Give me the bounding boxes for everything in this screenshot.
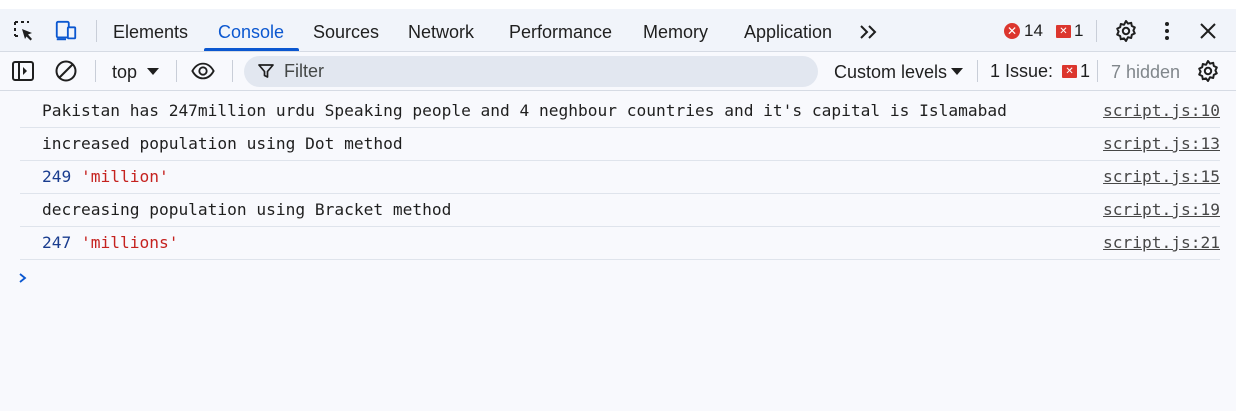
message-string: Pakistan has 247million urdu Speaking pe… — [42, 101, 1007, 120]
source-link[interactable]: script.js:13 — [1103, 134, 1220, 153]
tab-network[interactable]: Network — [408, 9, 474, 52]
log-levels-dropdown[interactable]: Custom levels — [834, 52, 947, 91]
close-icon[interactable] — [1196, 19, 1220, 43]
number-value: 247 — [42, 233, 72, 252]
tab-memory[interactable]: Memory — [643, 9, 708, 52]
value-separator — [71, 233, 81, 252]
tabbar-divider — [1096, 20, 1097, 42]
more-tabs-icon[interactable] — [857, 20, 881, 44]
live-expression-icon[interactable] — [191, 59, 215, 83]
clear-console-icon[interactable] — [54, 59, 78, 83]
message-string: decreasing population using Bracket meth… — [42, 200, 452, 219]
window-top-strip — [0, 0, 1236, 9]
issue-count: 1 — [1074, 21, 1084, 40]
issues-label: 1 Issue: — [990, 61, 1054, 81]
kebab-menu-icon[interactable] — [1155, 19, 1179, 43]
filter-input[interactable] — [284, 56, 804, 87]
inspect-element-icon[interactable] — [12, 19, 36, 43]
issue-flag-icon: ✕ — [1062, 65, 1078, 78]
issue-flag-icon: ✕ — [1056, 24, 1071, 38]
tab-sources[interactable]: Sources — [313, 9, 379, 52]
source-link[interactable]: script.js:15 — [1103, 167, 1220, 186]
issues-count: 1 — [1080, 61, 1091, 81]
error-counter[interactable]: ✕ 14 — [1004, 19, 1043, 43]
hidden-messages-count: 7 hidden — [1111, 62, 1181, 82]
filter-box — [244, 56, 818, 87]
message-text: decreasing population using Bracket meth… — [42, 200, 451, 219]
source-link[interactable]: script.js:19 — [1103, 200, 1220, 219]
toolbar-divider — [176, 60, 177, 82]
error-icon: ✕ — [1004, 23, 1020, 39]
tab-elements[interactable]: Elements — [113, 9, 188, 52]
value-separator — [71, 167, 81, 186]
console-settings-icon[interactable] — [1196, 59, 1220, 83]
chevron-down-icon — [147, 68, 159, 75]
chevron-right-icon[interactable] — [16, 269, 30, 287]
toolbar-divider — [232, 60, 233, 82]
toolbar-divider — [1097, 60, 1098, 82]
source-link[interactable]: script.js:10 — [1103, 101, 1220, 120]
message-text: 247 'millions' — [42, 233, 178, 252]
console-message: 247 'millions' script.js:21 — [20, 227, 1220, 260]
message-string: increased population using Dot method — [42, 134, 403, 153]
console-message: decreasing population using Bracket meth… — [20, 194, 1220, 227]
message-text: Pakistan has 247million urdu Speaking pe… — [42, 101, 1007, 120]
console-message: increased population using Dot method sc… — [20, 128, 1220, 161]
filter-icon — [258, 63, 274, 79]
gear-icon[interactable] — [1114, 19, 1138, 43]
issue-counter[interactable]: ✕ 1 — [1056, 19, 1083, 43]
toolbar-divider — [977, 60, 978, 82]
console-message: Pakistan has 247million urdu Speaking pe… — [20, 95, 1220, 128]
source-link[interactable]: script.js:21 — [1103, 233, 1220, 252]
issues-link[interactable]: 1 Issue: ✕ 1 — [990, 52, 1090, 91]
error-count: 14 — [1024, 21, 1043, 40]
active-tab-indicator — [204, 48, 299, 51]
string-value: 'millions' — [81, 233, 179, 252]
devtools-tabbar: Elements Console Sources Network Perform… — [0, 9, 1236, 52]
message-text: increased population using Dot method — [42, 134, 403, 153]
console-messages: Pakistan has 247million urdu Speaking pe… — [0, 95, 1236, 260]
console-message: 249 'million' script.js:15 — [20, 161, 1220, 194]
message-text: 249 'million' — [42, 167, 169, 186]
tab-performance[interactable]: Performance — [509, 9, 612, 52]
string-value: 'million' — [81, 167, 169, 186]
chevron-down-icon — [951, 68, 963, 75]
tabbar-divider — [96, 20, 97, 42]
device-toolbar-icon[interactable] — [54, 19, 78, 43]
console-toolbar: top Custom levels 1 Issue: ✕ 1 7 hidden — [0, 52, 1236, 91]
context-selector[interactable]: top — [112, 52, 137, 91]
toolbar-divider — [95, 60, 96, 82]
tab-application[interactable]: Application — [744, 9, 832, 52]
number-value: 249 — [42, 167, 72, 186]
sidebar-toggle-icon[interactable] — [11, 59, 35, 83]
tab-console[interactable]: Console — [218, 9, 284, 52]
